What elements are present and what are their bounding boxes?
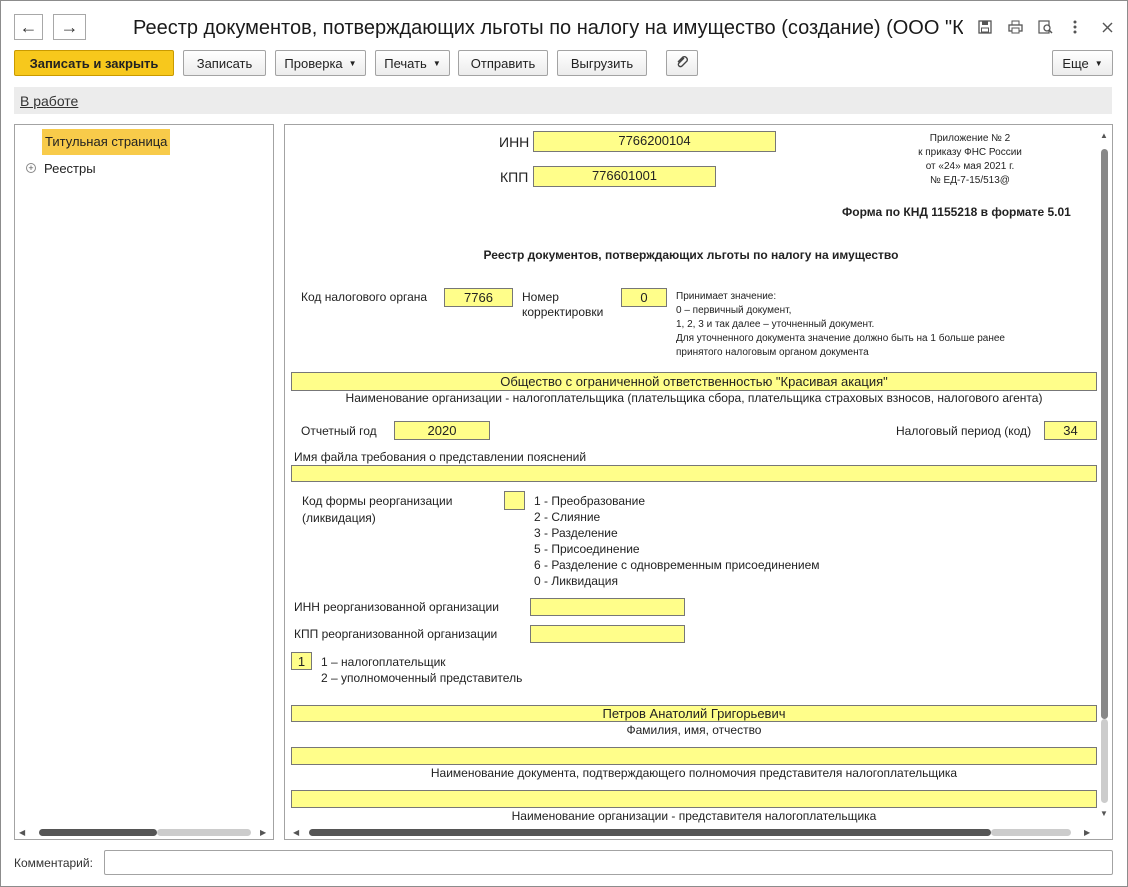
scroll-right-icon[interactable]: ▶ [1084, 828, 1090, 837]
more-button[interactable]: Еще ▼ [1052, 50, 1113, 76]
print-button[interactable]: Печать ▼ [375, 50, 450, 76]
request-filename-label: Имя файла требования о представлении поя… [294, 450, 587, 464]
scroll-up-icon[interactable]: ▲ [1100, 131, 1108, 140]
reorg-option: 6 - Разделение с одновременным присоедин… [534, 558, 820, 572]
authority-document-caption: Наименование документа, подтверждающего … [430, 766, 958, 780]
more-label: Еще [1062, 55, 1089, 71]
correction-number-field[interactable]: 0 [621, 288, 667, 307]
signer-option: 1 – налогоплательщик [321, 655, 446, 669]
reporting-year-field[interactable]: 2020 [394, 421, 490, 440]
reorg-option: 1 - Преобразование [534, 494, 646, 508]
print-icon[interactable] [1006, 18, 1024, 36]
signer-type-field[interactable]: 1 [291, 652, 312, 670]
appendix-line-2: к приказу ФНС России [918, 147, 1022, 158]
tax-period-label: Налоговый период (код) [896, 424, 1032, 438]
scroll-thumb[interactable] [39, 829, 157, 836]
correction-hint-4: Для уточненного документа значение должн… [676, 333, 1005, 344]
kpp-label: КПП [500, 169, 529, 185]
arrow-left-icon: ← [19, 16, 38, 37]
reorg-code-field[interactable] [504, 491, 525, 510]
inn-field[interactable]: 7766200104 [533, 131, 776, 152]
reorg-option: 2 - Слияние [534, 510, 601, 524]
appendix-line-4: № ЕД-7-15/513@ [930, 175, 1010, 186]
more-vertical-icon[interactable] [1066, 18, 1084, 36]
representative-org-caption: Наименование организации - представителя… [511, 809, 877, 823]
attachment-button[interactable] [666, 50, 698, 76]
save-and-close-button[interactable]: Записать и закрыть [14, 50, 174, 76]
reorg-kpp-field[interactable] [530, 625, 685, 643]
correction-label-1: Номер [522, 290, 559, 304]
status-bar: В работе [14, 87, 1112, 114]
tax-code-field[interactable]: 7766 [444, 288, 513, 307]
scroll-right-icon[interactable]: ▶ [260, 828, 266, 837]
status-link[interactable]: В работе [20, 93, 78, 109]
inn-label: ИНН [499, 134, 530, 150]
check-button[interactable]: Проверка ▼ [275, 50, 366, 76]
export-button[interactable]: Выгрузить [557, 50, 647, 76]
correction-hint-2: 0 – первичный документ, [676, 305, 792, 316]
organization-name-field[interactable]: Общество с ограниченной ответственностью… [291, 372, 1097, 391]
reorg-option: 5 - Присоединение [534, 542, 640, 556]
fio-caption: Фамилия, имя, отчество [626, 723, 762, 737]
save-icon[interactable] [976, 18, 994, 36]
scroll-track [991, 829, 1071, 836]
comment-label: Комментарий: [14, 856, 93, 870]
correction-hint-5: принятого налоговым органом документа [676, 347, 869, 358]
back-button[interactable]: ← [14, 14, 43, 40]
tax-code-label: Код налогового органа [301, 290, 428, 304]
knd-form-label: Форма по КНД 1155218 в формате 5.01 [842, 205, 1071, 219]
correction-hint-1: Принимает значение: [676, 291, 777, 302]
paperclip-icon [675, 55, 689, 72]
reorg-kpp-label: КПП реорганизованной организации [294, 627, 498, 641]
appendix-line-3: от «24» мая 2021 г. [925, 161, 1015, 172]
appendix-line-1: Приложение № 2 [929, 133, 1011, 144]
document-window: ← → Реестр документов, потверждающих льг… [0, 0, 1128, 887]
reorg-code-label-2: (ликвидация) [302, 511, 376, 525]
horizontal-scrollbar[interactable]: ◀ ▶ [287, 826, 1097, 838]
scroll-left-icon[interactable]: ◀ [293, 828, 299, 837]
reorg-inn-field[interactable] [530, 598, 685, 616]
sidebar-item-title-page[interactable]: Титульная страница [42, 129, 171, 155]
correction-hint-3: 1, 2, 3 и так далее – уточненный докумен… [676, 319, 875, 330]
sections-panel: Титульная страница + Реестры ◀ ▶ [14, 124, 274, 840]
representative-org-field[interactable] [291, 790, 1097, 808]
save-button[interactable]: Записать [183, 50, 266, 76]
expand-icon[interactable]: + [26, 163, 36, 173]
caret-down-icon: ▼ [432, 58, 441, 68]
scroll-down-icon[interactable]: ▼ [1100, 809, 1108, 818]
correction-label-2: корректировки [522, 305, 604, 319]
kpp-field[interactable]: 776601001 [533, 166, 716, 187]
horizontal-scrollbar[interactable]: ◀ ▶ [17, 826, 271, 838]
scroll-thumb[interactable] [309, 829, 991, 836]
request-filename-field[interactable] [291, 465, 1097, 482]
organization-name-caption: Наименование организации - налогоплатель… [345, 391, 1043, 405]
authority-document-field[interactable] [291, 747, 1097, 765]
print-label: Печать [384, 55, 427, 71]
close-icon[interactable] [1098, 18, 1116, 36]
fio-field[interactable]: Петров Анатолий Григорьевич [291, 705, 1097, 722]
vertical-scroll-thumb[interactable] [1101, 149, 1108, 719]
reorg-option: 3 - Разделение [534, 526, 618, 540]
caret-down-icon: ▼ [348, 58, 357, 68]
reporting-year-label: Отчетный год [301, 424, 377, 438]
sidebar-item-registries[interactable]: Реестры [44, 161, 96, 176]
tax-period-field[interactable]: 34 [1044, 421, 1097, 440]
comment-input[interactable] [104, 850, 1113, 875]
vertical-scroll-track [1101, 719, 1108, 803]
form-panel: ИНН 7766200104 КПП 776601001 Приложение … [284, 124, 1113, 840]
signer-option: 2 – уполномоченный представитель [321, 671, 523, 685]
form-heading: Реестр документов, потверждающих льготы … [483, 248, 899, 262]
reorg-inn-label: ИНН реорганизованной организации [294, 600, 499, 614]
reorg-code-label-1: Код формы реорганизации [302, 494, 453, 508]
scroll-track [157, 829, 251, 836]
send-button[interactable]: Отправить [458, 50, 548, 76]
preview-icon[interactable] [1036, 18, 1054, 36]
reorg-option: 0 - Ликвидация [534, 574, 618, 588]
caret-down-icon: ▼ [1094, 58, 1103, 68]
check-label: Проверка [284, 55, 343, 71]
window-title: Реестр документов, потверждающих льготы … [133, 17, 963, 39]
forward-button[interactable]: → [53, 14, 86, 40]
scroll-left-icon[interactable]: ◀ [19, 828, 25, 837]
arrow-right-icon: → [60, 16, 79, 37]
